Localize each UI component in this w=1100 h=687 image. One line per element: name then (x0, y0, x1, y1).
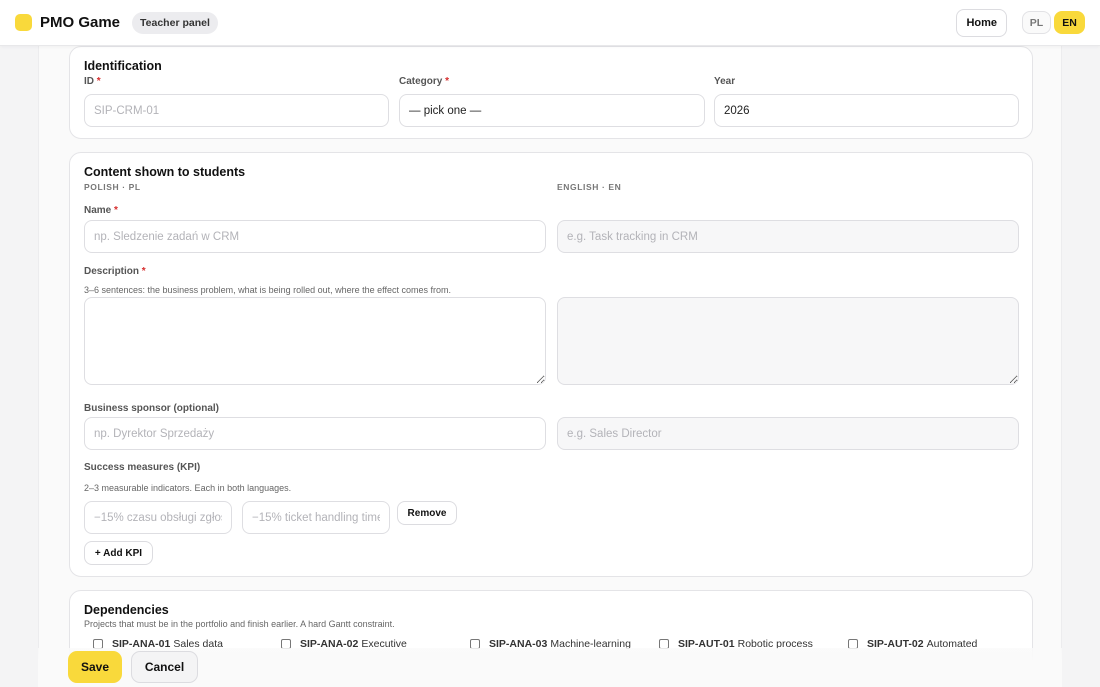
sponsor-label: Business sponsor (optional) (84, 403, 220, 414)
logo-icon (15, 14, 32, 31)
year-input[interactable] (714, 94, 1019, 127)
content-card: Content shown to students POLISH · PL EN… (69, 152, 1033, 577)
save-button[interactable]: Save (68, 651, 122, 683)
kpi-label: Success measures (KPI) (84, 462, 201, 473)
id-input[interactable] (84, 94, 389, 127)
category-label: Category * (399, 76, 450, 87)
description-pl-textarea[interactable] (84, 297, 546, 385)
year-label: Year (714, 76, 736, 87)
content-title: Content shown to students (84, 165, 246, 179)
description-label: Description * (84, 266, 146, 277)
remove-kpi-button[interactable]: Remove (397, 501, 457, 525)
id-label: ID * (84, 76, 101, 87)
kpi-hint: 2–3 measurable indicators. Each in both … (84, 483, 292, 493)
dependencies-hint: Projects that must be in the portfolio a… (84, 619, 395, 629)
sponsor-en-input[interactable] (557, 417, 1019, 450)
sponsor-pl-input[interactable] (84, 417, 546, 450)
identification-card: Identification ID * Category * — pick on… (69, 46, 1033, 139)
description-hint: 3–6 sentences: the business problem, wha… (84, 285, 452, 295)
name-pl-input[interactable] (84, 220, 546, 253)
app-title: PMO Game (40, 14, 121, 31)
dependencies-title: Dependencies (84, 603, 169, 617)
english-column-label: ENGLISH · EN (557, 182, 622, 192)
kpi-pl-input[interactable] (84, 501, 232, 534)
top-bar: PMO Game Teacher panel Home PL EN (0, 0, 1100, 46)
category-select-value: — pick one — (409, 104, 482, 117)
form-page: Identification ID * Category * — pick on… (38, 46, 1062, 687)
category-select[interactable]: — pick one — (399, 94, 705, 127)
kpi-en-input[interactable] (242, 501, 390, 534)
description-en-textarea[interactable] (557, 297, 1019, 385)
lang-en-button[interactable]: EN (1054, 11, 1085, 34)
lang-pl-button[interactable]: PL (1022, 11, 1051, 34)
home-button[interactable]: Home (956, 8, 1007, 37)
teacher-panel-badge: Teacher panel (132, 11, 218, 34)
name-en-input[interactable] (557, 220, 1019, 253)
identification-title: Identification (84, 59, 162, 73)
add-kpi-button[interactable]: + Add KPI (84, 541, 153, 565)
cancel-button[interactable]: Cancel (131, 651, 198, 683)
name-label: Name * (84, 205, 118, 216)
polish-column-label: POLISH · PL (84, 182, 141, 192)
